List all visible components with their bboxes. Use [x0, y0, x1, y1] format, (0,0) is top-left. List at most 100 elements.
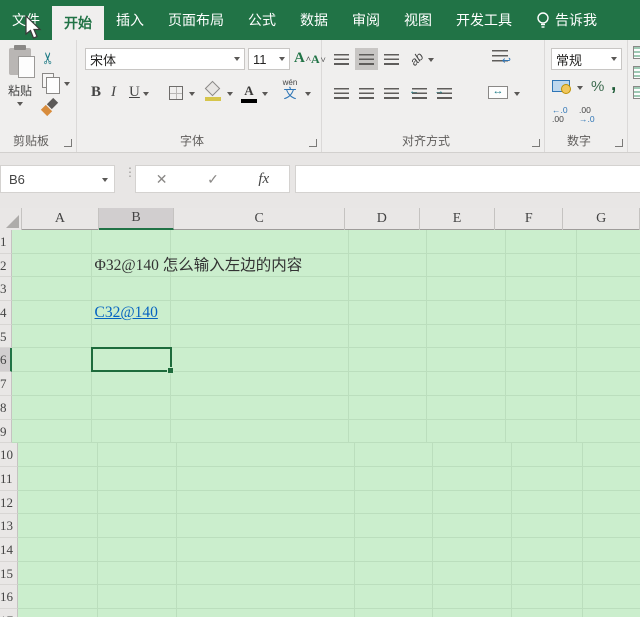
- formula-bar-resize-dots[interactable]: ⋮: [124, 166, 136, 189]
- cell-F12[interactable]: [512, 490, 583, 515]
- cell-A3[interactable]: [11, 277, 92, 302]
- cell-B15[interactable]: [98, 561, 177, 586]
- merge-center-button[interactable]: ↔: [488, 85, 508, 99]
- font-size-combobox[interactable]: 11: [248, 48, 290, 70]
- increase-font-size-button[interactable]: A: [294, 50, 311, 67]
- cell-A11[interactable]: [17, 466, 98, 491]
- increase-indent-button[interactable]: →: [433, 82, 456, 104]
- cell-F17[interactable]: [512, 609, 583, 617]
- row-header-5[interactable]: 5: [0, 324, 12, 349]
- tab-tell-me[interactable]: 告诉我: [524, 0, 609, 40]
- row-header-11[interactable]: 11: [0, 466, 18, 491]
- cell-E6[interactable]: [426, 348, 506, 373]
- cell-B9[interactable]: [91, 419, 171, 444]
- cell-F8[interactable]: [505, 395, 577, 420]
- cell-F10[interactable]: [512, 443, 583, 467]
- increase-decimal-button[interactable]: ←.0 .00: [552, 106, 568, 124]
- column-header-C[interactable]: C: [174, 208, 345, 230]
- tab-data[interactable]: 数据: [288, 0, 340, 40]
- column-header-A[interactable]: A: [22, 208, 99, 230]
- alignment-dialog-launcher-icon[interactable]: [532, 139, 540, 147]
- font-name-combobox[interactable]: 宋体: [85, 48, 245, 70]
- number-format-dropdown-arrow[interactable]: [611, 57, 617, 61]
- tab-view[interactable]: 视图: [392, 0, 444, 40]
- cell-G2[interactable]: [576, 254, 640, 278]
- cell-E16[interactable]: [433, 585, 512, 609]
- cell-F1[interactable]: [505, 230, 577, 254]
- orientation-button[interactable]: ab: [407, 49, 426, 68]
- column-header-G[interactable]: G: [563, 208, 640, 230]
- cell-E1[interactable]: [426, 230, 506, 254]
- cell-C9[interactable]: [170, 419, 349, 444]
- fill-color-dropdown-arrow[interactable]: [227, 92, 233, 96]
- font-name-dropdown-arrow[interactable]: [234, 57, 240, 61]
- borders-dropdown-arrow[interactable]: [189, 92, 195, 96]
- cell-E4[interactable]: [426, 301, 506, 325]
- cell-D16[interactable]: [355, 585, 433, 609]
- cell-G12[interactable]: [583, 491, 640, 515]
- percent-style-button[interactable]: %: [591, 78, 604, 95]
- cell-A13[interactable]: [18, 514, 98, 538]
- cell-C13[interactable]: [177, 514, 355, 538]
- cell-D15[interactable]: [355, 561, 433, 586]
- decrease-decimal-button[interactable]: .00 →.0: [579, 106, 595, 124]
- cell-D5[interactable]: [348, 324, 427, 349]
- cell-A17[interactable]: [18, 609, 98, 617]
- copy-dropdown-arrow[interactable]: [64, 82, 70, 86]
- font-dialog-launcher-icon[interactable]: [309, 139, 317, 147]
- cell-B12[interactable]: [98, 490, 177, 515]
- row-header-15[interactable]: 15: [0, 561, 18, 586]
- format-painter-button[interactable]: [42, 100, 57, 115]
- column-header-D[interactable]: D: [345, 208, 420, 230]
- row-header-1[interactable]: 1: [0, 230, 12, 254]
- column-header-E[interactable]: E: [420, 208, 496, 230]
- column-header-F[interactable]: F: [495, 208, 564, 230]
- cell-C17[interactable]: [177, 609, 355, 617]
- cell-D2[interactable]: [348, 253, 427, 278]
- align-right-button[interactable]: [380, 82, 403, 104]
- cell-C6[interactable]: [170, 348, 349, 373]
- cell-G15[interactable]: [583, 562, 640, 586]
- cell-D11[interactable]: [354, 466, 433, 491]
- cell-hyperlink-text[interactable]: C32@140: [95, 301, 158, 325]
- fill-handle[interactable]: [166, 367, 174, 375]
- bold-button[interactable]: B: [91, 84, 101, 101]
- underline-dropdown-arrow[interactable]: [143, 92, 149, 96]
- cell-C14[interactable]: [177, 537, 355, 562]
- cell-A6[interactable]: [11, 348, 92, 373]
- row-header-3[interactable]: 3: [0, 277, 12, 302]
- number-dialog-launcher-icon[interactable]: [615, 139, 623, 147]
- cell-F14[interactable]: [512, 537, 583, 562]
- cell-B14[interactable]: [98, 537, 177, 562]
- tab-formulas[interactable]: 公式: [236, 0, 288, 40]
- row-header-4[interactable]: 4: [0, 301, 12, 325]
- borders-button[interactable]: [169, 86, 183, 100]
- cell-C16[interactable]: [177, 585, 355, 609]
- tab-insert[interactable]: 插入: [104, 0, 156, 40]
- row-header-12[interactable]: 12: [0, 490, 18, 515]
- cell-F16[interactable]: [512, 585, 583, 609]
- cell-B5[interactable]: [91, 324, 171, 349]
- cell-G14[interactable]: [583, 538, 640, 562]
- tab-page-layout[interactable]: 页面布局: [156, 0, 236, 40]
- cell-A12[interactable]: [18, 490, 98, 515]
- cell-E14[interactable]: [433, 537, 512, 562]
- align-center-button[interactable]: [355, 82, 378, 104]
- cell-G11[interactable]: [582, 467, 640, 491]
- cell-E3[interactable]: [426, 277, 506, 302]
- cell-G17[interactable]: [583, 609, 640, 617]
- cell-E17[interactable]: [433, 609, 512, 617]
- wrap-text-button[interactable]: ↩: [492, 50, 511, 67]
- cell-A2[interactable]: [11, 253, 92, 278]
- cell-F15[interactable]: [512, 561, 583, 586]
- cell-B11[interactable]: [97, 466, 177, 491]
- row-header-14[interactable]: 14: [0, 537, 18, 562]
- cell-A7[interactable]: [11, 372, 92, 396]
- bottom-align-button[interactable]: [380, 48, 403, 70]
- cell-C10[interactable]: [177, 443, 355, 467]
- cell-E5[interactable]: [426, 324, 506, 349]
- cell-F3[interactable]: [505, 277, 577, 302]
- cell-F9[interactable]: [505, 419, 577, 444]
- cell-A16[interactable]: [18, 585, 98, 609]
- cell-D8[interactable]: [348, 395, 427, 420]
